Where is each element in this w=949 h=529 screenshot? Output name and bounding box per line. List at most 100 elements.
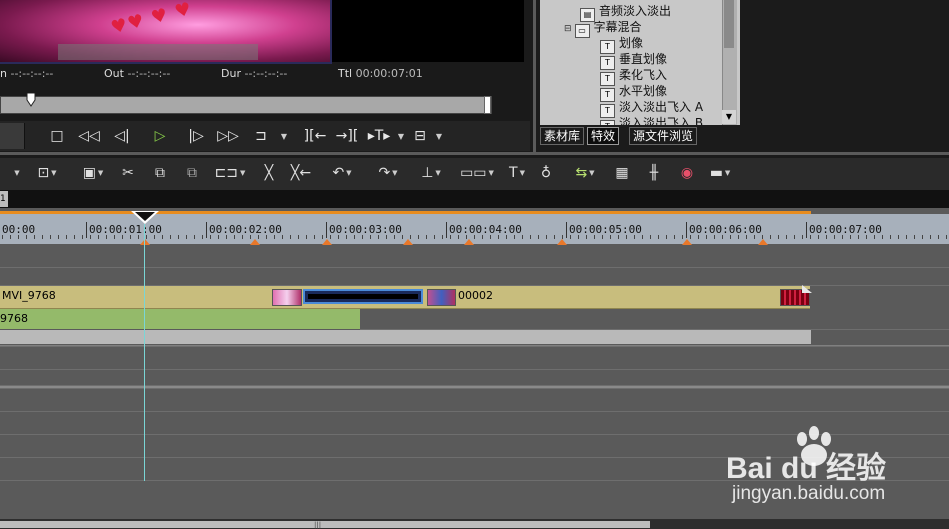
- ruler-minor-tick: [442, 235, 443, 239]
- toolbar-left-dropdown[interactable]: ▼: [10, 162, 22, 184]
- ruler-minor-tick: [466, 235, 467, 239]
- undo-button[interactable]: ↶ ▼: [324, 162, 360, 184]
- track-bar[interactable]: [0, 330, 811, 344]
- title-button[interactable]: T ▼: [504, 162, 530, 184]
- ruler-minor-tick: [786, 235, 787, 239]
- tree-item-audio-fade[interactable]: ▤ 音频淡入淡出: [580, 3, 671, 22]
- ruler-minor-tick: [794, 235, 795, 239]
- prev-frame-button[interactable]: ◁|: [109, 125, 135, 147]
- timecode-in-label: n: [0, 67, 7, 80]
- loop-dropdown[interactable]: ▼: [278, 125, 290, 147]
- ruler-minor-tick: [706, 235, 707, 239]
- cut-button[interactable]: ✂: [118, 162, 138, 184]
- ruler-minor-tick: [570, 235, 571, 239]
- mixer-button[interactable]: ⊥ ▼: [410, 162, 452, 184]
- track-empty[interactable]: [0, 268, 949, 286]
- copy-icon: ⧉: [155, 165, 165, 181]
- ruler-minor-tick: [298, 235, 299, 239]
- paste-icon: ⧉: [187, 165, 197, 181]
- next-frame-button[interactable]: |▷: [183, 125, 209, 147]
- match-frame-button[interactable]: ▸T▸: [366, 125, 392, 147]
- ruler-minor-tick: [242, 235, 243, 239]
- track-empty[interactable]: [0, 245, 949, 268]
- scrub-out-point[interactable]: [484, 96, 491, 114]
- tree-item-effect[interactable]: T 划像: [600, 35, 643, 54]
- track-empty[interactable]: [0, 370, 949, 386]
- export-dropdown[interactable]: ▼: [433, 125, 445, 147]
- voiceover-button[interactable]: ♁: [536, 162, 556, 184]
- fast-forward-button[interactable]: ▷▷: [215, 125, 241, 147]
- ruler-minor-tick: [354, 235, 355, 239]
- transition-icon: ▭▭: [460, 165, 487, 181]
- tree-item-label: 淡入淡出飞入 A: [619, 100, 704, 114]
- copy-button[interactable]: ⧉: [150, 162, 170, 184]
- ruler-minor-tick: [818, 235, 819, 239]
- render-button[interactable]: ⇆ ▼: [564, 162, 606, 184]
- layout-button[interactable]: ▬ ▼: [704, 162, 736, 184]
- ruler-minor-tick: [866, 235, 867, 239]
- ruler-minor-tick: [450, 235, 451, 239]
- tree-item-effect[interactable]: T 水平划像: [600, 83, 667, 102]
- transition-button[interactable]: ▭▭ ▼: [456, 162, 498, 184]
- tree-item-effect[interactable]: T 淡入淡出飞入 B: [600, 115, 703, 125]
- audio-clip[interactable]: 9768: [0, 309, 360, 329]
- timecode-dur-label: Dur: [221, 67, 241, 80]
- tree-item-effect[interactable]: T 垂直划像: [600, 51, 667, 70]
- tree-scroll-down-button[interactable]: ▼: [722, 110, 736, 124]
- export-icon: ⊟: [414, 128, 426, 144]
- clip-thumbnail: [427, 289, 456, 306]
- match-frame-dropdown[interactable]: ▼: [395, 125, 407, 147]
- chevron-down-icon: ▼: [97, 169, 104, 177]
- ruler-minor-tick: [338, 235, 339, 239]
- tree-item-title-mix[interactable]: ⊟ ▭ 字幕混合: [564, 19, 642, 38]
- ruler-minor-tick: [210, 235, 211, 239]
- video-blur-region: [58, 44, 258, 60]
- window-icon: ▬: [709, 165, 723, 181]
- ruler-minor-tick: [842, 235, 843, 239]
- tree-item-effect[interactable]: T 淡入淡出飞入 A: [600, 99, 704, 118]
- ruler-major-tick: [686, 222, 687, 238]
- link-button[interactable]: ⊏⊐ ▼: [212, 162, 248, 184]
- chevron-down-icon: ▼: [240, 169, 246, 177]
- set-out-button[interactable]: →][: [334, 125, 360, 147]
- tree-item-label: 字幕混合: [593, 20, 642, 34]
- tab-source-browser[interactable]: 源文件浏览: [629, 127, 698, 145]
- export-button[interactable]: ⊟: [407, 125, 433, 147]
- stop-button[interactable]: □: [44, 125, 70, 147]
- video-preview-black-area: [332, 0, 524, 62]
- transition-clip[interactable]: [303, 289, 423, 304]
- track-empty[interactable]: [360, 309, 949, 330]
- player-scrub-bar[interactable]: [0, 96, 492, 114]
- scrub-handle[interactable]: [26, 93, 36, 107]
- paste-button[interactable]: ⧉: [182, 162, 202, 184]
- new-button[interactable]: ⊡ ▼: [28, 162, 66, 184]
- track-empty[interactable]: [0, 347, 949, 370]
- storyboard-button[interactable]: ▦: [610, 162, 634, 184]
- track-empty[interactable]: [0, 389, 949, 412]
- tab-effects[interactable]: 特效: [587, 127, 620, 145]
- ripple-delete-button[interactable]: ╳←: [288, 162, 314, 184]
- timeline-sequence-tab[interactable]: 1: [0, 191, 8, 207]
- color-button[interactable]: ◉: [676, 162, 698, 184]
- rewind-button[interactable]: ◁◁: [76, 125, 102, 147]
- loop-button[interactable]: ⊐: [248, 125, 274, 147]
- set-in-button[interactable]: ][←: [302, 125, 328, 147]
- watermark-url: jingyan.baidu.com: [732, 483, 886, 504]
- audio-mixer-button[interactable]: ╫: [642, 162, 666, 184]
- redo-button[interactable]: ↷ ▼: [368, 162, 408, 184]
- color-wheel-icon: ◉: [680, 165, 694, 181]
- tree-scrollbar-thumb[interactable]: [724, 0, 734, 48]
- play-button[interactable]: ▷: [147, 125, 173, 147]
- delete-button[interactable]: ╳: [256, 162, 282, 184]
- play-icon: ▷: [154, 128, 166, 144]
- ruler-minor-tick: [266, 235, 267, 239]
- transport-left-button[interactable]: [0, 123, 25, 149]
- save-button[interactable]: ▣ ▼: [74, 162, 112, 184]
- ruler-minor-tick: [2, 235, 3, 239]
- timeline-scrollbar-thumb[interactable]: [0, 521, 650, 528]
- ruler-minor-tick: [826, 235, 827, 239]
- tree-item-effect[interactable]: T 柔化飞入: [600, 67, 667, 86]
- tab-bin[interactable]: 素材库: [540, 127, 585, 145]
- ruler-minor-tick: [578, 235, 579, 239]
- ruler-minor-tick: [538, 235, 539, 239]
